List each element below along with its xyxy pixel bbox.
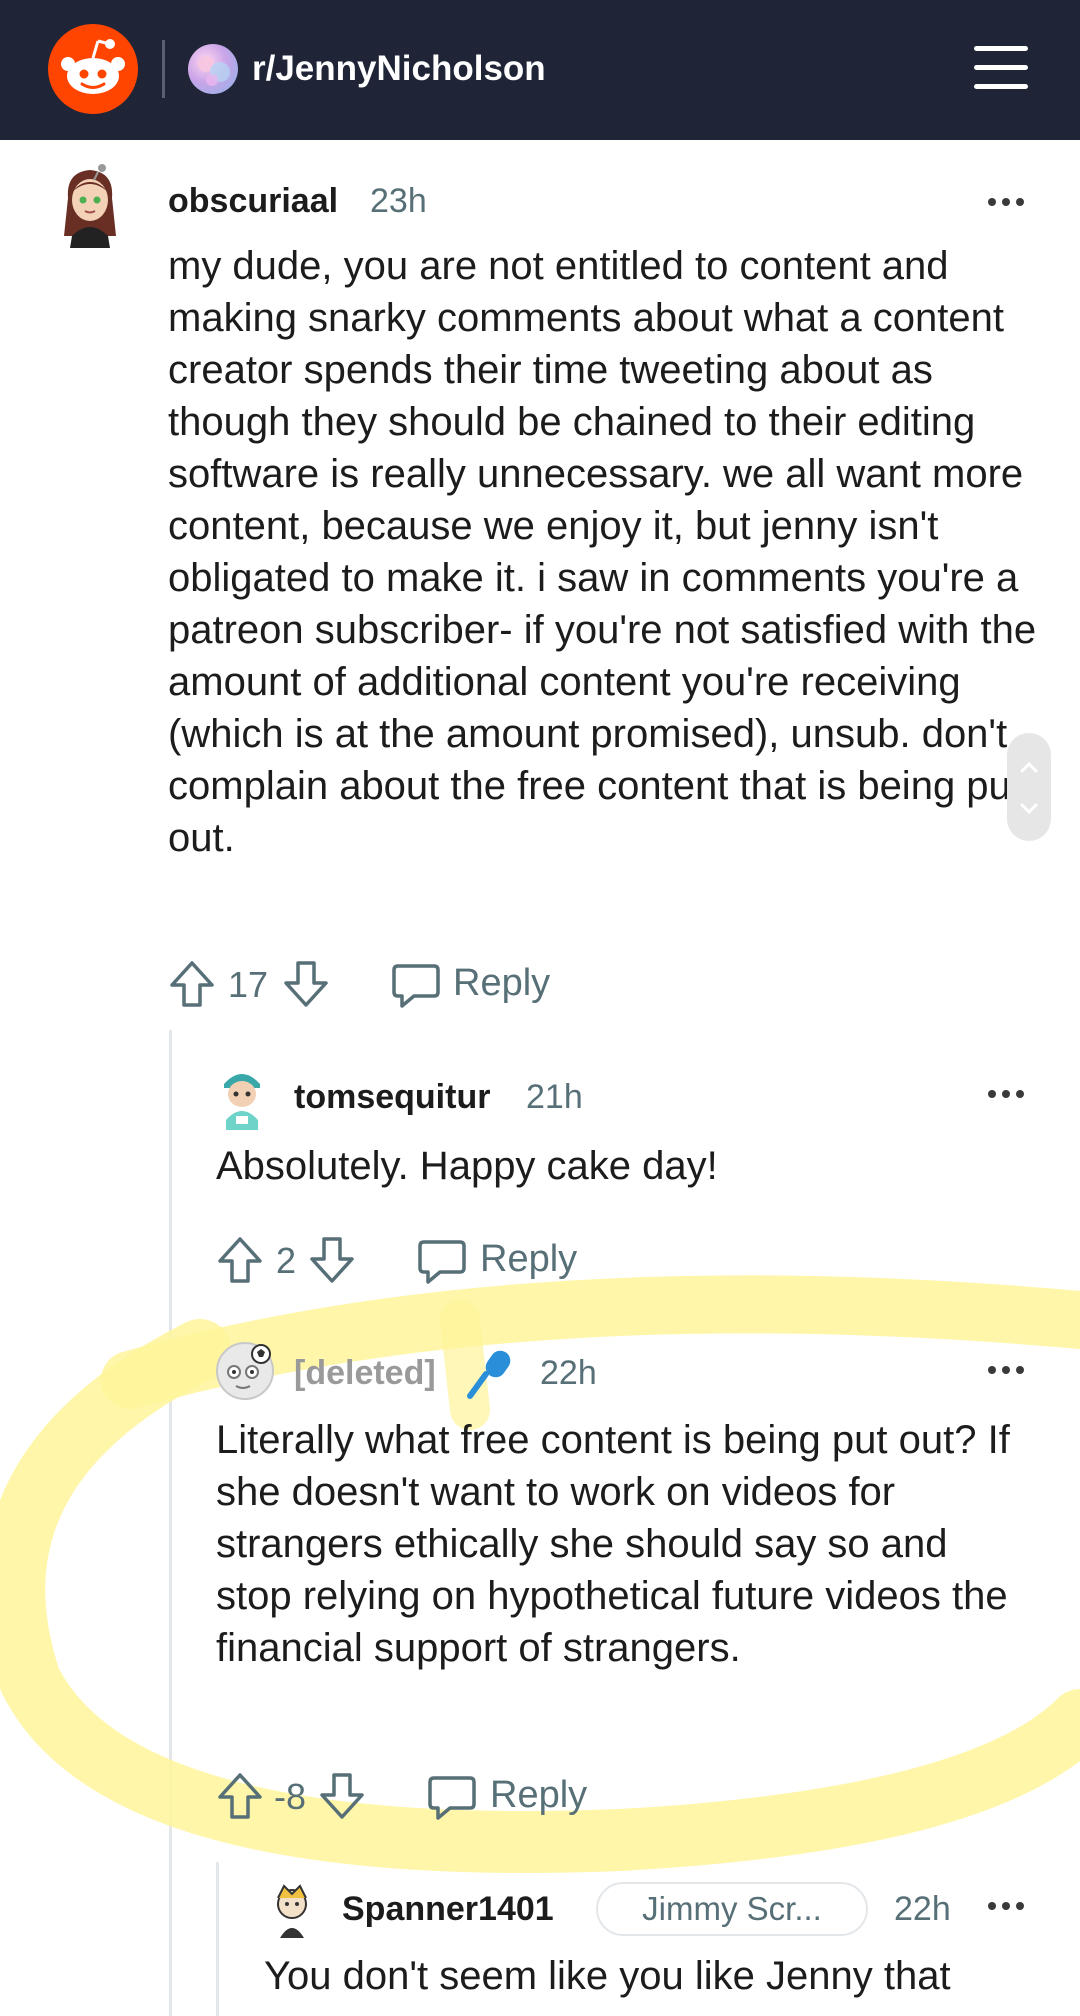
comment-timestamp: 21h <box>526 1078 583 1116</box>
vote-score: -8 <box>274 1776 307 1817</box>
downvote-icon[interactable] <box>318 1771 366 1821</box>
reply-button[interactable]: Reply <box>453 962 550 1005</box>
comment-username: [deleted] <box>294 1354 436 1392</box>
chevron-up-icon[interactable] <box>1007 747 1051 787</box>
reply-icon[interactable] <box>416 1236 468 1286</box>
more-options-icon[interactable] <box>986 191 1026 211</box>
vote-score: 2 <box>276 1240 297 1281</box>
reply-button[interactable]: Reply <box>480 1238 577 1281</box>
subreddit-name[interactable]: r/JennyNicholson <box>252 44 546 94</box>
avatar[interactable] <box>50 158 130 248</box>
comment-timestamp: 22h <box>540 1354 597 1392</box>
microphone-icon <box>467 1350 511 1399</box>
more-options-icon[interactable] <box>986 1359 1026 1379</box>
comment-username[interactable]: Spanner1401 <box>342 1888 554 1930</box>
comment-timestamp: 22h <box>894 1890 951 1928</box>
reply-icon[interactable] <box>390 960 442 1010</box>
upvote-icon[interactable] <box>216 1235 264 1285</box>
app-header: r/JennyNicholson <box>0 0 1080 140</box>
hamburger-menu-icon[interactable] <box>970 40 1032 96</box>
reddit-logo-icon[interactable] <box>48 24 138 114</box>
header-divider <box>162 40 165 98</box>
comment-username[interactable]: tomsequitur <box>294 1076 490 1118</box>
reply-icon[interactable] <box>426 1772 478 1822</box>
thread-line <box>169 1030 172 2016</box>
user-flair: Jimmy Scr... <box>596 1882 868 1936</box>
comment-body: You don't seem like you like Jenny that <box>264 1954 951 1998</box>
downvote-icon[interactable] <box>308 1235 356 1285</box>
vote-score: 17 <box>228 964 269 1005</box>
reply-button[interactable]: Reply <box>490 1774 587 1817</box>
comment-body: Absolutely. Happy cake day! <box>216 1144 718 1188</box>
comment-body: my dude, you are not entitled to content… <box>168 244 1037 860</box>
comment-actions: 17 Reply <box>168 956 668 1012</box>
comment-actions: -8 Reply <box>216 1768 676 1824</box>
avatar[interactable] <box>214 1064 270 1130</box>
comment-username[interactable]: obscuriaal <box>168 180 338 222</box>
upvote-icon[interactable] <box>216 1771 264 1821</box>
reddit-comment-thread: r/JennyNicholson obscuriaal 23h my dude,… <box>0 0 1080 2016</box>
scroll-navigator[interactable] <box>1007 733 1051 841</box>
avatar[interactable] <box>264 1880 320 1942</box>
subreddit-avatar[interactable] <box>188 44 238 94</box>
downvote-icon[interactable] <box>282 959 330 1009</box>
thread-line <box>216 1862 219 2016</box>
comment-actions: 2 Reply <box>216 1232 636 1288</box>
comment-timestamp: 23h <box>370 182 427 220</box>
more-options-icon[interactable] <box>986 1083 1026 1103</box>
upvote-icon[interactable] <box>168 959 216 1009</box>
more-options-icon[interactable] <box>986 1895 1026 1915</box>
comment-body: Literally what free content is being put… <box>216 1418 1010 1670</box>
chevron-down-icon[interactable] <box>1007 789 1051 829</box>
avatar[interactable] <box>214 1340 276 1402</box>
